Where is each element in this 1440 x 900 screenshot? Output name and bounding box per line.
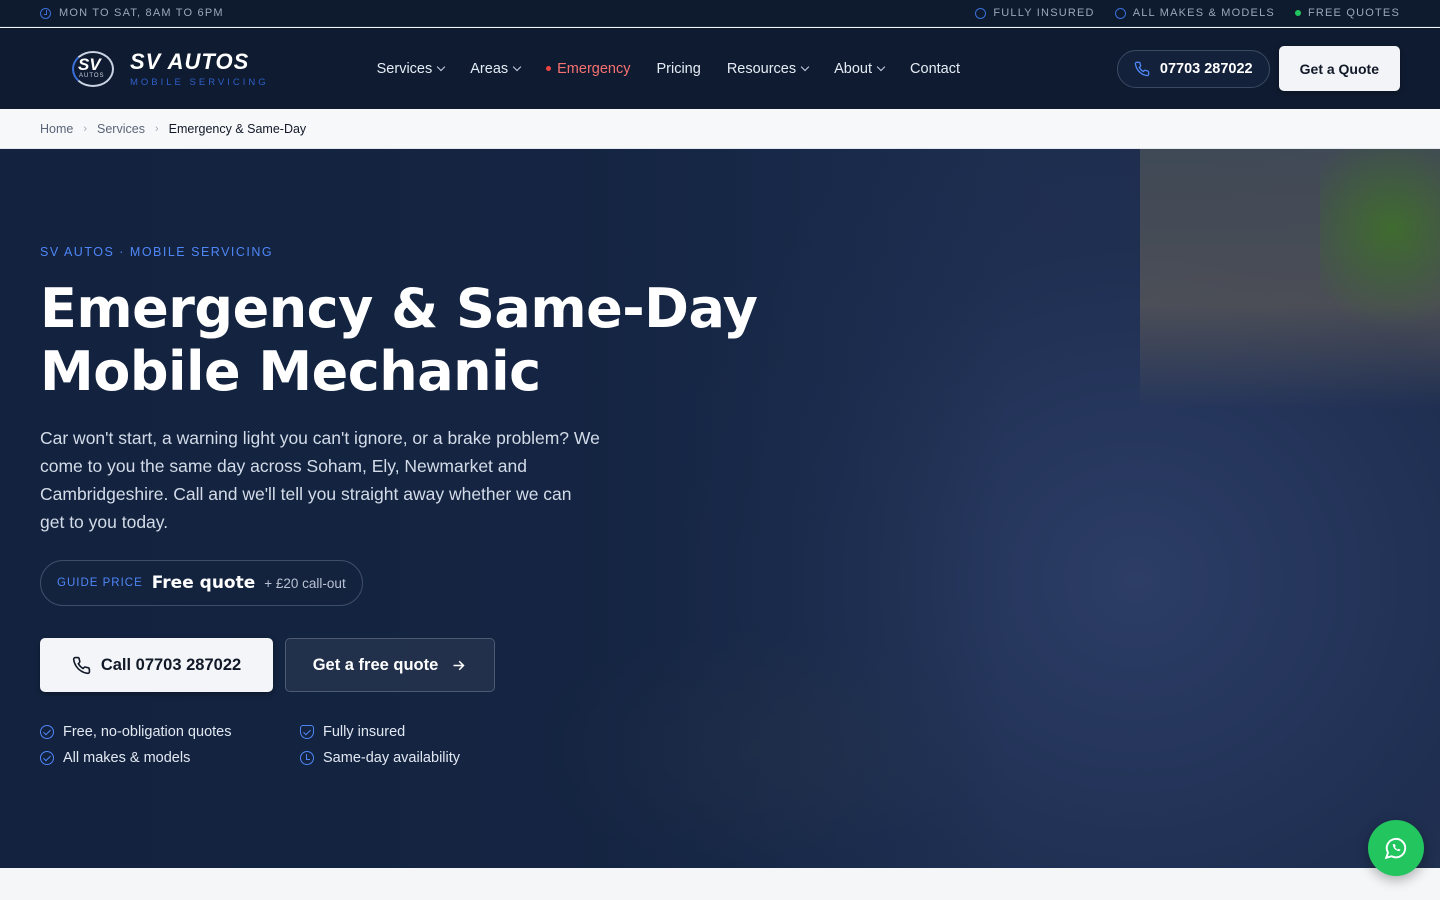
main-nav: Services Areas Emergency Pricing Resourc…	[377, 61, 960, 77]
nav-resources-label: Resources	[726, 60, 797, 77]
feature-free-quotes-text: Free, no-obligation quotes	[63, 724, 232, 740]
guide-price-label: GUIDE PRICE	[57, 577, 143, 589]
chevron-down-icon	[800, 62, 810, 72]
logo-mark-sub: AUTOS	[79, 72, 105, 79]
breadcrumb-current: Emergency & Same-Day	[168, 121, 307, 136]
arrow-right-icon	[453, 660, 465, 670]
nav-emergency[interactable]: Emergency	[546, 61, 630, 77]
nav-resources[interactable]: Resources	[726, 60, 810, 77]
nav-about[interactable]: About	[834, 60, 886, 77]
badge-makes-text: ALL MAKES & MODELS	[1132, 7, 1275, 19]
chevron-down-icon	[876, 62, 886, 72]
opening-hours: MON TO SAT, 8AM TO 6PM	[40, 7, 224, 19]
nav-areas-label: Areas	[470, 60, 509, 77]
shield-icon	[975, 7, 987, 19]
top-info-bar: MON TO SAT, 8AM TO 6PM FULLY INSURED ALL…	[0, 0, 1440, 27]
hero-lead: Car won't start, a warning light you can…	[40, 428, 600, 532]
check-circle-icon	[40, 725, 54, 739]
page-title: Emergency & Same-Day Mobile Mechanic	[40, 277, 760, 403]
check-circle-icon	[1114, 7, 1126, 19]
hero-features: Free, no-obligation quotes Fully insured…	[40, 724, 540, 766]
phone-icon	[1134, 61, 1150, 76]
shield-check-icon	[300, 725, 314, 739]
opening-hours-text: MON TO SAT, 8AM TO 6PM	[59, 7, 224, 19]
nav-pricing[interactable]: Pricing	[656, 61, 700, 77]
breadcrumb-home[interactable]: Home	[40, 122, 73, 136]
logo-mark: SV AUTOS	[70, 49, 116, 89]
chevron-down-icon	[437, 62, 446, 72]
call-button-label: Call 07703 287022	[100, 655, 242, 674]
feature-same-day-text: Same-day availability	[323, 750, 461, 766]
free-quote-button[interactable]: Get a free quote	[285, 638, 495, 692]
site-header: SV AUTOS SV AUTOS MOBILE SERVICING Servi…	[0, 28, 1440, 109]
get-quote-button[interactable]: Get a Quote	[1278, 46, 1400, 91]
guide-price-extra: + £20 call-out	[264, 575, 346, 591]
nav-about-label: About	[834, 60, 873, 77]
header-phone-button[interactable]: 07703 287022	[1116, 49, 1270, 88]
badge-insured: FULLY INSURED	[975, 7, 1094, 19]
logo[interactable]: SV AUTOS SV AUTOS MOBILE SERVICING	[70, 49, 269, 89]
chevron-right-icon: ›	[83, 122, 88, 135]
call-button[interactable]: Call 07703 287022	[40, 638, 273, 692]
phone-icon	[72, 656, 91, 674]
guide-price-value: Free quote	[151, 573, 256, 593]
clock-icon	[300, 751, 314, 765]
badge-free-quotes-text: FREE QUOTES	[1307, 7, 1400, 19]
page-title-line1: Emergency & Same-Day	[40, 277, 758, 340]
hero-section: SV AUTOS · MOBILE SERVICING Emergency & …	[0, 149, 1440, 868]
status-dot-icon	[1294, 10, 1301, 16]
nav-contact[interactable]: Contact	[910, 61, 960, 77]
feature-same-day: Same-day availability	[300, 750, 540, 766]
brand-name: SV AUTOS	[130, 49, 250, 74]
chevron-down-icon	[512, 62, 522, 72]
nav-emergency-label: Emergency	[557, 60, 631, 77]
whatsapp-button[interactable]	[1368, 820, 1424, 876]
feature-insured-text: Fully insured	[323, 724, 406, 740]
guide-price-pill: GUIDE PRICE Free quote + £20 call-out	[40, 560, 363, 606]
badge-makes: ALL MAKES & MODELS	[1114, 7, 1275, 19]
alert-dot-icon	[546, 66, 552, 71]
nav-areas[interactable]: Areas	[470, 60, 522, 77]
breadcrumb-services[interactable]: Services	[97, 122, 145, 136]
nav-services-label: Services	[376, 60, 433, 77]
nav-services[interactable]: Services	[376, 60, 446, 77]
badge-insured-text: FULLY INSURED	[993, 7, 1095, 19]
next-section-edge	[0, 868, 1440, 900]
badge-free-quotes: FREE QUOTES	[1294, 7, 1400, 19]
chevron-right-icon: ›	[154, 122, 159, 135]
breadcrumb: Home › Services › Emergency & Same-Day	[0, 109, 1440, 149]
nav-contact-label: Contact	[910, 60, 961, 77]
clock-icon	[40, 7, 51, 19]
free-quote-label: Get a free quote	[312, 655, 439, 674]
check-circle-icon	[40, 751, 54, 765]
hero-cta-row: Call 07703 287022 Get a free quote	[40, 638, 495, 692]
header-phone-number: 07703 287022	[1159, 60, 1253, 77]
logo-mark-letters: SV	[78, 54, 101, 74]
hero-eyebrow: SV AUTOS · MOBILE SERVICING	[40, 245, 274, 259]
brand-tagline: MOBILE SERVICING	[130, 77, 269, 88]
nav-pricing-label: Pricing	[656, 60, 701, 77]
whatsapp-icon	[1384, 837, 1407, 860]
page-title-line2: Mobile Mechanic	[40, 340, 541, 403]
feature-free-quotes: Free, no-obligation quotes	[40, 724, 300, 740]
feature-insured: Fully insured	[300, 724, 540, 740]
feature-all-makes-text: All makes & models	[63, 750, 191, 766]
feature-all-makes: All makes & models	[40, 750, 300, 766]
trust-badges: FULLY INSURED ALL MAKES & MODELS FREE QU…	[975, 7, 1400, 19]
